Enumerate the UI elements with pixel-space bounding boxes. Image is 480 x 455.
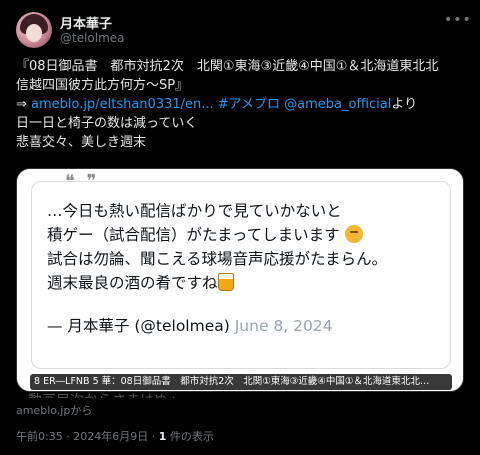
suffix-text: より [391,97,418,112]
avatar[interactable] [16,12,52,48]
article-link[interactable]: ameblo.jp/eltshan0331/en... [31,97,214,112]
avatar-face [26,24,42,42]
meta-separator: · [62,430,74,443]
tweet-line-4: 日一日と椅子の数は減っていく [16,116,198,131]
tweet-line-1: 『08日御品書 都市対抗2次 北関①東海③近畿④中国①＆北海道東北北 [16,59,439,74]
mention-link[interactable]: @ameba_official [280,97,391,112]
hashtag-link[interactable]: #アメブロ [214,97,280,112]
beer-emoji-icon [217,273,234,291]
meta-separator-2: · [148,430,159,443]
link-card[interactable]: ❝❞ …今日も熱い配信ばかりで見ていかないと 積ゲー（試合配信）がたまってしまい… [16,168,464,392]
quote-line-2-text: 積ゲー（試合配信）がたまってしまいます [47,226,340,244]
quote-attrib-name: — 月本華子 (@telolmea) [47,317,230,335]
quote-line-4: 週末最良の酒の肴ですね [47,271,447,295]
quote-line-1: …今日も熱い配信ばかりで見ていかないと [47,202,342,220]
tweet-line-2: 信越四国彼方此方何方～SP』 [16,78,189,93]
card-source: ameblo.jpから [16,404,93,417]
embedded-quote-text: …今日も熱い配信ばかりで見ていかないと 積ゲー（試合配信）がたまってしまいます … [47,199,447,295]
quote-line-2: 積ゲー（試合配信）がたまってしまいます [47,223,447,247]
quote-line-3: 試合は勿論、聞こえる球場音声応援がたまらん。 [47,250,388,268]
display-name[interactable]: 月本華子 [60,13,112,32]
thinking-emoji-icon [344,225,363,243]
handle[interactable]: @telolmea [60,31,125,45]
tweet-line-5: 悲喜交々、美しき週末 [16,135,147,150]
card-title-caption[interactable]: 8 ER―LFNB 5 華：08日御品書 都市対抗2次 北関①東海③近畿④中国①… [30,374,452,390]
tweet-line-3: ⇒ ameblo.jp/eltshan0331/en... #アメブロ @ame… [16,95,468,114]
card-overflow-text: 動画目次からさまはぬ△ [28,390,179,398]
tweet-time[interactable]: 午前0:35 [16,430,63,443]
more-horizontal-icon[interactable]: ••• [444,13,471,30]
arrow-text: ⇒ [16,97,32,112]
quote-line-4-text: 週末最良の酒の肴ですね [47,274,218,292]
quote-attrib-date: June 8, 2024 [229,317,333,335]
tweet-text: 『08日御品書 都市対抗2次 北関①東海③近畿④中国①＆北海道東北北 信越四国彼… [16,57,468,152]
quote-attribution: — 月本華子 (@telolmea) June 8, 2024 [47,314,333,336]
tweet-meta: 午前0:35 · 2024年6月9日 · 1 件の表示 [16,428,214,444]
tweet-date[interactable]: 2024年6月9日 [73,430,148,443]
views-label: 件の表示 [166,430,214,443]
